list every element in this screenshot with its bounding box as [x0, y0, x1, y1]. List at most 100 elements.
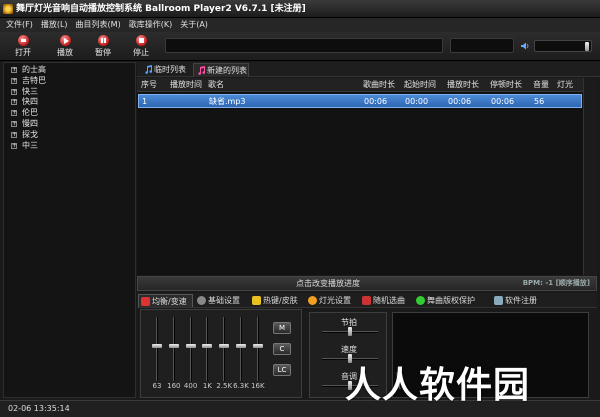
open-button[interactable]: 打开: [9, 35, 37, 59]
pause-button[interactable]: 暂停: [89, 35, 117, 59]
tab-new-list-1[interactable]: 新建的列表1: [193, 63, 249, 88]
eq-band-track: [223, 317, 226, 381]
eq-band-knob[interactable]: [236, 344, 246, 348]
eq-lc-button[interactable]: LC: [273, 364, 291, 376]
watermark: 人人软件园: [345, 365, 531, 406]
stop-button[interactable]: 停止: [127, 35, 155, 59]
col-pause-len[interactable]: 停顿时长: [490, 78, 522, 92]
eq-band-track: [189, 317, 192, 381]
settings-tabs: 均衡/变速 基础设置 热键/皮肤 灯光设置 随机选曲 舞曲版权保护 软件注册: [137, 293, 597, 308]
tree-item[interactable]: + 慢四: [4, 119, 135, 130]
expand-icon[interactable]: +: [11, 88, 17, 95]
tree-item[interactable]: + 探戈: [4, 130, 135, 141]
eq-band-slider[interactable]: [252, 317, 263, 381]
speaker-icon: [521, 42, 529, 50]
tab-register[interactable]: 软件注册: [492, 294, 544, 307]
col-duration[interactable]: 歌曲时长: [363, 78, 395, 92]
pause-icon: [97, 35, 109, 46]
tree-item[interactable]: + 快三: [4, 87, 135, 98]
cell-name: 缺省.mp3: [209, 97, 246, 106]
eq-band-knob[interactable]: [202, 344, 213, 348]
expand-icon[interactable]: +: [11, 120, 17, 127]
eq-c-button[interactable]: C: [273, 343, 291, 355]
tree-item[interactable]: + 吉特巴: [4, 76, 135, 87]
eq-band-knob[interactable]: [168, 344, 179, 348]
tab-copyright-label: 舞曲版权保护: [427, 296, 475, 305]
eq-m-button[interactable]: M: [273, 322, 291, 334]
menu-about[interactable]: 关于(A): [180, 18, 208, 32]
menu-play[interactable]: 播放(L): [41, 18, 68, 32]
playlist-grid[interactable]: 1 缺省.mp3 00:06 00:00 00:06 00:06 56: [137, 92, 583, 275]
menu-bar: 文件(F) 播放(L) 曲目列表(M) 歌库操作(K) 关于(A): [0, 18, 600, 32]
menu-file[interactable]: 文件(F): [6, 18, 33, 32]
eq-band-slider[interactable]: [202, 317, 213, 381]
tree-item[interactable]: + 的士高: [4, 65, 135, 76]
col-volume[interactable]: 音量: [533, 78, 549, 92]
eq-band-slider[interactable]: [219, 317, 230, 381]
lamp-icon: [308, 296, 317, 305]
volume-slider[interactable]: [534, 40, 592, 52]
expand-icon[interactable]: +: [11, 110, 17, 117]
tab-light-settings[interactable]: 灯光设置: [306, 294, 358, 307]
fx-slider-knob[interactable]: [348, 327, 352, 336]
col-index[interactable]: 序号: [141, 78, 157, 92]
gear-icon: [197, 296, 206, 305]
cell-pause-len: 00:06: [491, 97, 515, 106]
progress-bar[interactable]: 点击改变播放进度 BPM: -1 [顺序播放]: [137, 276, 597, 291]
tree-item-label: 吉特巴: [22, 75, 46, 85]
playlist-scrollbar[interactable]: [583, 78, 597, 275]
menu-playlist[interactable]: 曲目列表(M): [76, 18, 121, 32]
music-note-icon: [198, 66, 205, 75]
tab-basic-settings[interactable]: 基础设置: [195, 294, 247, 307]
tree-item[interactable]: + 中三: [4, 141, 135, 152]
eq-band-label: 16K: [251, 382, 265, 390]
tab-temp-list[interactable]: 临时列表: [141, 63, 191, 77]
eq-band-knob[interactable]: [252, 344, 263, 348]
tab-hotkey-skin[interactable]: 热键/皮肤: [250, 294, 304, 307]
col-light[interactable]: 灯光: [557, 78, 573, 92]
tree-item[interactable]: + 伦巴: [4, 108, 135, 119]
tree-item[interactable]: + 快四: [4, 97, 135, 108]
eq-band-knob[interactable]: [152, 344, 162, 348]
tab-random-select[interactable]: 随机选曲: [360, 294, 412, 307]
eq-band-knob[interactable]: [185, 344, 196, 348]
col-play-time[interactable]: 播放时间: [170, 78, 202, 92]
tab-temp-list-label: 临时列表: [154, 65, 186, 74]
eq-band-knob[interactable]: [219, 344, 230, 348]
expand-icon[interactable]: +: [11, 99, 17, 106]
table-row[interactable]: 1 缺省.mp3 00:06 00:00 00:06 00:06 56: [138, 94, 582, 108]
tree-item-label: 探戈: [22, 129, 38, 139]
expand-icon[interactable]: +: [11, 67, 17, 73]
fx-slider-knob[interactable]: [348, 354, 352, 363]
tab-eq-speed-label: 均衡/变速: [152, 297, 187, 306]
tree-item-label: 慢四: [22, 118, 38, 128]
col-start[interactable]: 起始时间: [404, 78, 436, 92]
tree-item-label: 快三: [22, 86, 38, 96]
expand-icon[interactable]: +: [11, 131, 17, 138]
check-shield-icon: [416, 296, 425, 305]
volume-thumb[interactable]: [585, 42, 589, 51]
col-play-len[interactable]: 播放时长: [447, 78, 479, 92]
equalizer-icon: [141, 297, 150, 306]
eq-band-slider[interactable]: [168, 317, 179, 381]
eq-band-label: 160: [167, 382, 181, 390]
play-button[interactable]: 播放: [51, 35, 79, 59]
col-name[interactable]: 歌名: [208, 78, 224, 92]
play-icon: [59, 35, 71, 46]
tab-eq-speed[interactable]: 均衡/变速: [138, 294, 193, 307]
open-label: 打开: [15, 48, 31, 57]
tab-copyright[interactable]: 舞曲版权保护: [414, 294, 490, 307]
eq-band-slider[interactable]: [185, 317, 196, 381]
title-bar: 舞厅灯光音响自动播放控制系统 Ballroom Player2 V6.7.1 […: [0, 0, 600, 18]
register-icon: [494, 296, 503, 305]
eq-band-track: [156, 317, 158, 381]
menu-library[interactable]: 歌库操作(K): [129, 18, 173, 32]
playlist-header: 序号 播放时间 歌名 歌曲时长 起始时间 播放时长 停顿时长 音量 灯光: [137, 78, 583, 92]
eq-band-track: [206, 317, 209, 381]
eq-band-slider[interactable]: [236, 317, 246, 381]
eq-band-slider[interactable]: [152, 317, 162, 381]
expand-icon[interactable]: +: [11, 142, 17, 149]
eq-band-track: [172, 317, 175, 381]
expand-icon[interactable]: +: [11, 77, 17, 84]
eq-band-track: [256, 317, 259, 381]
